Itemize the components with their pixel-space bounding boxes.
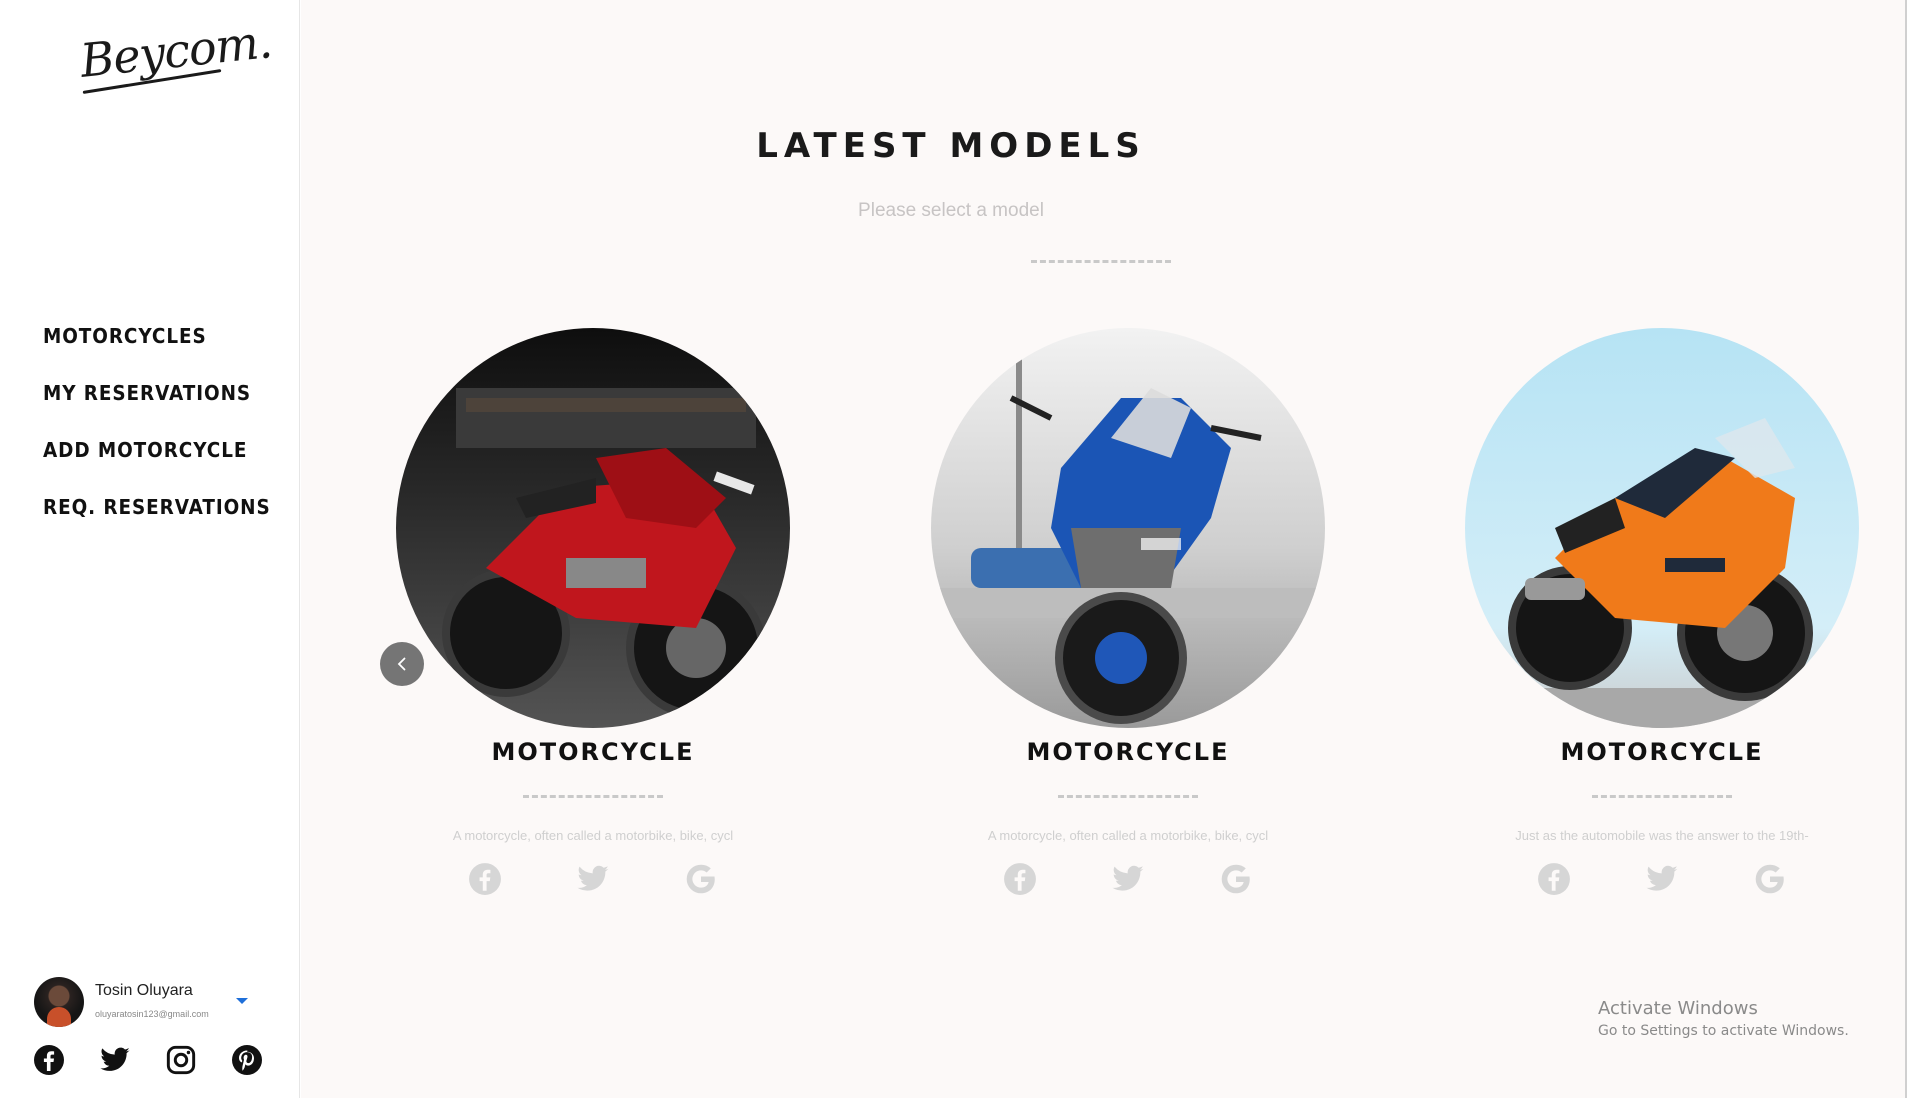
watermark-subtitle: Go to Settings to activate Windows.	[1598, 1023, 1849, 1039]
user-profile[interactable]: Tosin Oluyara oluyaratosin123@gmail.com	[34, 977, 264, 1027]
page-title: LATEST MODELS	[756, 126, 1146, 166]
user-name: Tosin Oluyara	[95, 982, 193, 999]
page-subtitle: Please select a model	[858, 200, 1044, 221]
card-description: Just as the automobile was the answer to…	[1515, 828, 1809, 843]
title-divider	[1031, 260, 1171, 263]
nav-item-add-motorcycle[interactable]: ADD MOTORCYCLE	[43, 438, 290, 462]
google-icon[interactable]	[1753, 862, 1787, 896]
card-social-icons	[1465, 862, 1859, 896]
nav-link-motorcycles[interactable]: MOTORCYCLES	[43, 324, 207, 348]
avatar[interactable]	[34, 977, 84, 1027]
windows-activation-watermark: Activate Windows Go to Settings to activ…	[1598, 998, 1849, 1039]
chevron-left-icon	[397, 657, 406, 671]
model-card[interactable]: MOTORCYCLE Just as the automobile was th…	[1465, 328, 1859, 895]
facebook-icon[interactable]	[33, 1044, 65, 1076]
twitter-icon[interactable]	[99, 1044, 131, 1076]
motorcycle-image-orange[interactable]	[1465, 328, 1859, 728]
card-title: MOTORCYCLE	[1560, 738, 1764, 766]
twitter-icon[interactable]	[1645, 862, 1679, 896]
instagram-icon[interactable]	[165, 1044, 197, 1076]
motorcycle-image-blue[interactable]	[931, 328, 1325, 728]
nav-item-my-reservations[interactable]: MY RESERVATIONS	[43, 381, 290, 405]
card-title: MOTORCYCLE	[1026, 738, 1230, 766]
sidebar-socials	[33, 1044, 263, 1076]
nav-link-my-reservations[interactable]: MY RESERVATIONS	[43, 381, 251, 405]
facebook-icon[interactable]	[1003, 862, 1037, 896]
nav-item-motorcycles[interactable]: MOTORCYCLES	[43, 324, 290, 348]
user-email: oluyaratosin123@gmail.com	[95, 1009, 209, 1019]
model-card[interactable]: MOTORCYCLE A motorcycle, often called a …	[931, 328, 1325, 895]
google-icon[interactable]	[684, 862, 718, 896]
sidebar: Beycom. MOTORCYCLES MY RESERVATIONS ADD …	[0, 0, 300, 1098]
nav-link-add-motorcycle[interactable]: ADD MOTORCYCLE	[43, 438, 247, 462]
watermark-title: Activate Windows	[1598, 998, 1758, 1019]
motorcycle-image-red[interactable]	[396, 328, 790, 728]
card-divider	[523, 795, 663, 798]
card-divider	[1058, 795, 1198, 798]
sidebar-nav: MOTORCYCLES MY RESERVATIONS ADD MOTORCYC…	[43, 324, 290, 552]
card-description: A motorcycle, often called a motorbike, …	[452, 828, 734, 843]
card-social-icons	[396, 862, 790, 896]
main-content: LATEST MODELS Please select a model MOTO…	[301, 0, 1907, 1098]
card-description: A motorcycle, often called a motorbike, …	[987, 828, 1269, 843]
google-icon[interactable]	[1219, 862, 1253, 896]
card-social-icons	[931, 862, 1325, 896]
twitter-icon[interactable]	[1111, 862, 1145, 896]
facebook-icon[interactable]	[468, 862, 502, 896]
model-card[interactable]: MOTORCYCLE A motorcycle, often called a …	[396, 328, 790, 895]
nav-link-req-reservations[interactable]: REQ. RESERVATIONS	[43, 495, 271, 519]
facebook-icon[interactable]	[1537, 862, 1571, 896]
user-menu-dropdown-icon[interactable]	[236, 998, 248, 1004]
nav-item-req-reservations[interactable]: REQ. RESERVATIONS	[43, 495, 290, 519]
twitter-icon[interactable]	[576, 862, 610, 896]
card-divider	[1592, 795, 1732, 798]
card-title: MOTORCYCLE	[491, 738, 695, 766]
pinterest-icon[interactable]	[231, 1044, 263, 1076]
carousel-prev-button[interactable]	[380, 642, 424, 686]
